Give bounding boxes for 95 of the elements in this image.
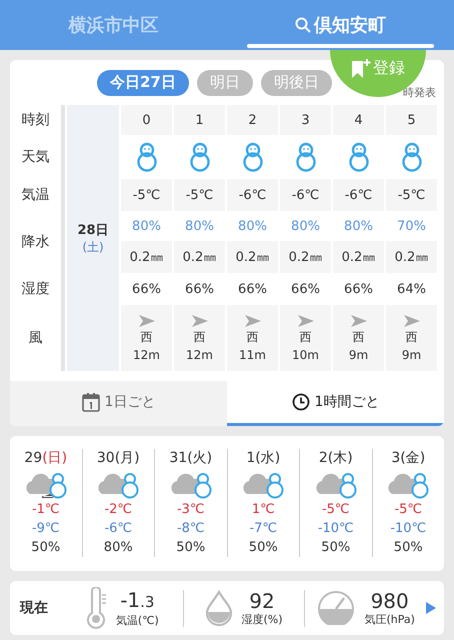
gauge-icon xyxy=(316,591,356,625)
precip-chance-cell-text: 80% xyxy=(184,218,215,236)
low-temperature: -8℃ xyxy=(176,520,205,538)
high-temperature: -1℃ xyxy=(32,501,60,519)
precip-amount-cell: 0.2㎜ xyxy=(227,241,278,273)
precip-amount-cell: 0.2㎜ xyxy=(280,241,331,273)
current-label: 現在 xyxy=(20,599,48,617)
water-drop-icon xyxy=(205,590,234,626)
temperature-cell: -6℃ xyxy=(227,179,278,211)
wind-arrow-icon xyxy=(138,314,154,326)
precip-amount-cell: 0.2㎜ xyxy=(121,241,172,273)
day-date: 29(日) xyxy=(24,449,68,468)
wind-cell: 西 12m xyxy=(121,305,172,371)
location-tab[interactable]: 倶知安町 xyxy=(227,0,454,50)
current-unit-label: 湿度(%) xyxy=(241,612,283,626)
date-label: 28日 xyxy=(77,222,109,238)
hour-cell: 1 xyxy=(174,105,225,135)
weekday-label: (土) xyxy=(82,238,104,256)
hour-cell: 3 xyxy=(280,105,331,135)
precip-chance: 50% xyxy=(248,539,278,557)
search-icon xyxy=(295,17,311,33)
high-temperature: -5℃ xyxy=(394,501,422,519)
day-tab[interactable]: 明日 xyxy=(196,70,253,96)
wind-cell: 西 9m xyxy=(386,305,437,371)
precip-amount-cell: 0.2㎜ xyxy=(333,241,384,273)
precip-amount-cell: 0.2㎜ xyxy=(174,241,225,273)
hour-cell: 2 xyxy=(227,105,278,135)
temperature-cell: -5℃ xyxy=(386,179,437,211)
snowman-icon xyxy=(136,142,158,172)
wind-cell: 西 12m xyxy=(174,305,225,371)
snowman-icon xyxy=(400,142,422,172)
hour-cell: 0 xyxy=(121,105,172,135)
precip-chance-cell-text: 80% xyxy=(290,218,321,236)
current-value: 92 xyxy=(249,590,275,612)
high-temperature: -5℃ xyxy=(322,501,350,519)
temperature-cell: -6℃ xyxy=(333,179,384,211)
humidity-cell-text: 66% xyxy=(343,280,374,298)
bookmark-plus-icon xyxy=(351,59,371,79)
high-temperature: -2℃ xyxy=(104,501,132,519)
humidity-cell-text: 66% xyxy=(184,280,215,298)
day-date: 2(木) xyxy=(318,449,353,468)
precip-chance: 50% xyxy=(394,539,423,557)
precip-chance: 80% xyxy=(104,539,133,557)
day-tab[interactable]: 今日27日 xyxy=(97,70,189,96)
wind-cell: 西 10m xyxy=(280,305,331,371)
snowman-icon xyxy=(294,142,316,172)
temperature-cell: -6℃ xyxy=(280,179,331,211)
precip-chance-cell-text: 80% xyxy=(343,218,374,236)
humidity-cell-text: 66% xyxy=(131,280,162,298)
high-temperature: 1℃ xyxy=(252,501,275,519)
temperature-cell: -5℃ xyxy=(174,179,225,211)
current-unit-label: 気温(℃) xyxy=(116,612,159,628)
humidity-cell-text: 64% xyxy=(396,280,427,298)
hour-cell: 4 xyxy=(333,105,384,135)
temperature-cell: -5℃ xyxy=(121,179,172,211)
snowman-icon xyxy=(188,142,210,172)
low-temperature: -9℃ xyxy=(32,520,60,538)
wind-arrow-icon xyxy=(244,314,260,326)
location-tab[interactable]: 横浜市中区 xyxy=(0,0,227,50)
wind-arrow-icon xyxy=(350,314,366,326)
current-unit-label: 気圧(hPa) xyxy=(364,612,415,626)
thermometer-icon xyxy=(86,587,108,629)
precip-amount-cell: 0.2㎜ xyxy=(386,241,437,273)
day-date: 3(金) xyxy=(391,449,426,468)
low-temperature: -10℃ xyxy=(318,520,354,538)
day-tab[interactable]: 明後日 xyxy=(260,70,332,96)
humidity-cell-text: 66% xyxy=(237,280,268,298)
low-temperature: -7℃ xyxy=(249,520,278,538)
snowman-icon xyxy=(348,142,370,172)
humidity-cell-text: 66% xyxy=(290,280,321,298)
snowman-icon xyxy=(242,142,264,172)
day-date: 31(火) xyxy=(169,449,212,468)
wind-arrow-icon xyxy=(298,314,314,326)
precip-chance-cell-text: 80% xyxy=(131,218,162,236)
next-arrow-button[interactable] xyxy=(426,602,436,614)
current-value: -1.3 xyxy=(120,588,154,612)
precip-chance: 50% xyxy=(176,539,206,557)
low-temperature: -10℃ xyxy=(390,520,426,538)
precip-chance-cell-text: 80% xyxy=(237,218,268,236)
wind-cell: 西 11m xyxy=(227,305,278,371)
view-tab[interactable]: 1日ごと xyxy=(10,381,227,426)
wind-cell: 西 9m xyxy=(333,305,384,371)
high-temperature: -3℃ xyxy=(176,501,205,519)
clock-icon xyxy=(292,393,310,411)
wind-arrow-icon xyxy=(404,314,420,326)
low-temperature: -6℃ xyxy=(104,520,132,538)
day-date: 30(月) xyxy=(96,449,140,468)
precip-chance: 50% xyxy=(321,539,350,557)
precip-chance: 50% xyxy=(31,539,60,557)
hour-cell: 5 xyxy=(386,105,437,135)
calendar-icon xyxy=(82,392,100,412)
precip-chance-cell-text: 70% xyxy=(396,218,427,236)
current-value: 980 xyxy=(370,590,409,612)
day-date: 1(水) xyxy=(246,449,280,468)
wind-arrow-icon xyxy=(192,314,208,326)
